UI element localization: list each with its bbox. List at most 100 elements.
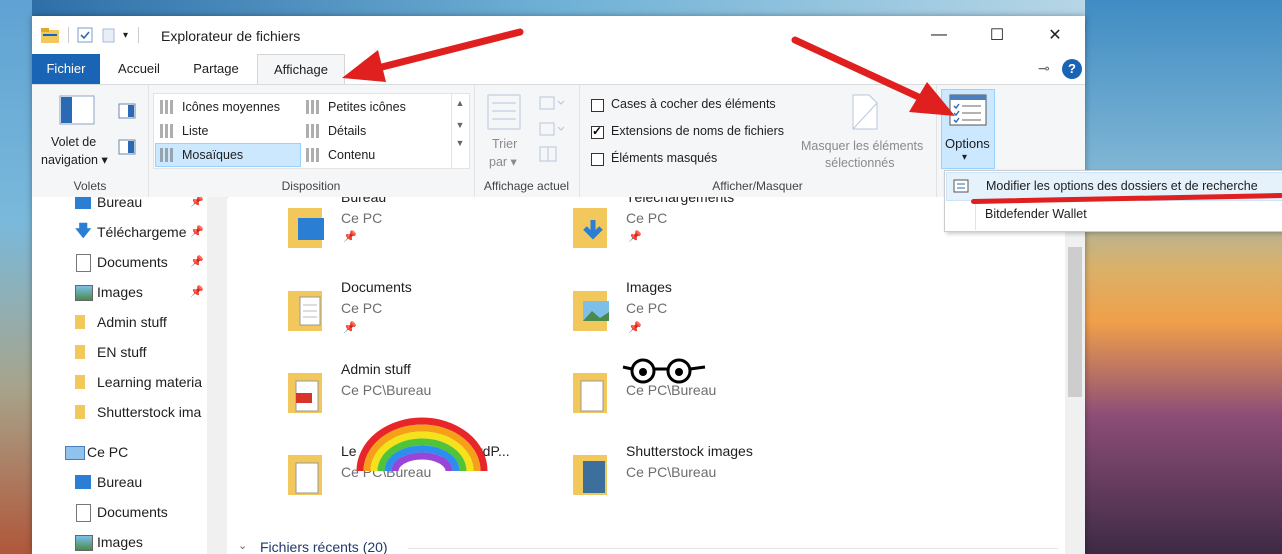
desktop-icon <box>75 197 91 209</box>
tab-affichage[interactable]: Affichage <box>257 54 345 86</box>
item-checkboxes-toggle[interactable]: Cases à cocher des éléments <box>591 97 791 115</box>
folder-desktop-icon <box>288 208 324 248</box>
folder-icon <box>75 405 85 419</box>
tile-en-stuff[interactable]: Ce PC\Bureau <box>513 358 783 433</box>
layout-gallery-scroll[interactable]: ▲ ▼ ▼ <box>451 94 468 168</box>
menu-item-bitdefender-wallet[interactable]: Bitdefender Wallet <box>946 201 1282 228</box>
ribbon-affichage: Volet de navigation ▾ Volets Icônes moye… <box>32 84 1085 198</box>
layout-details[interactable]: Détails <box>302 120 446 142</box>
tile-documents[interactable]: Documents Ce PC 📌 <box>228 279 498 351</box>
folder-documents-icon <box>288 455 322 495</box>
tile-name: Bureau <box>341 197 387 205</box>
recent-files-header[interactable]: ⌄ Fichiers récents (20) <box>238 539 1058 554</box>
nav-label: EN stuff <box>97 344 147 360</box>
minimize-button[interactable]: — <box>910 16 968 54</box>
content-scrollbar-thumb[interactable] <box>1068 247 1082 397</box>
options-button[interactable]: Options ▾ <box>941 89 995 169</box>
layout-label: Petites icônes <box>328 100 406 114</box>
pin-icon[interactable]: 📌 <box>190 247 204 277</box>
close-button[interactable]: ✕ <box>1026 16 1084 54</box>
layout-label: Icônes moyennes <box>182 100 280 114</box>
properties-icon[interactable] <box>77 27 93 43</box>
pin-icon[interactable]: 📌 <box>343 230 357 243</box>
navigation-pane-scrollbar[interactable] <box>207 197 227 554</box>
tile-location: Ce PC <box>341 300 383 316</box>
customize-toolbar-dropdown-icon[interactable]: ▾ <box>123 30 128 41</box>
folder-icon <box>75 375 85 389</box>
pictures-icon <box>75 285 93 301</box>
folder-icon <box>75 315 85 329</box>
content-scrollbar[interactable] <box>1065 197 1085 554</box>
expand-gallery-icon[interactable]: ▼ <box>452 138 468 148</box>
layout-medium-icons[interactable]: Icônes moyennes <box>156 96 300 118</box>
item-checkboxes-checkbox[interactable] <box>591 99 604 112</box>
tile-location: Ce PC <box>341 210 383 226</box>
tile-telechargements[interactable]: Téléchargements Ce PC 📌 <box>513 197 783 268</box>
document-icon <box>76 254 91 272</box>
tile-name: Admin stuff <box>341 361 411 377</box>
add-columns-icon[interactable] <box>538 121 566 137</box>
desktop-background-top <box>32 0 1085 16</box>
sort-by-button[interactable]: Trier par ▾ <box>482 91 526 173</box>
nav-label: Téléchargeme <box>97 224 187 240</box>
small-icons-icon <box>306 100 320 114</box>
navigation-pane-label-1: Volet de <box>51 135 97 149</box>
tile-bureau[interactable]: Bureau Ce PC 📌 <box>228 197 498 268</box>
maximize-button[interactable]: ☐ <box>968 16 1026 54</box>
tile-shutterstock-images[interactable]: Shutterstock images Ce PC\Bureau <box>513 443 783 515</box>
help-icon[interactable]: ? <box>1062 59 1082 79</box>
navigation-pane-button[interactable]: Volet de navigation ▾ <box>37 89 117 173</box>
file-extensions-toggle[interactable]: Extensions de noms de fichiers <box>591 124 801 142</box>
nav-label: Learning materia <box>97 374 203 390</box>
nav-label: Documents <box>97 254 168 270</box>
toolbar-separator <box>138 27 140 43</box>
scroll-down-icon[interactable]: ▼ <box>452 120 468 130</box>
pin-icon[interactable]: 📌 <box>190 217 204 247</box>
hidden-items-checkbox[interactable] <box>591 153 604 166</box>
tile-images[interactable]: Images Ce PC 📌 <box>513 279 783 351</box>
file-extensions-checkbox[interactable] <box>591 124 604 139</box>
layout-list[interactable]: Liste <box>156 120 300 142</box>
new-folder-icon[interactable] <box>101 27 117 43</box>
pin-icon[interactable]: 📌 <box>628 230 642 243</box>
details-pane-icon[interactable] <box>118 139 136 155</box>
tile-location: Ce PC\Bureau <box>341 382 432 398</box>
pin-icon[interactable]: 📌 <box>628 321 642 334</box>
layout-content[interactable]: Contenu <box>302 144 446 166</box>
size-columns-icon[interactable] <box>538 145 558 163</box>
layout-small-icons[interactable]: Petites icônes <box>302 96 446 118</box>
tile-learning-materials[interactable]: Le rdP... Ce PC\Bureau <box>228 417 510 515</box>
section-divider <box>408 548 1058 549</box>
scroll-up-icon[interactable]: ▲ <box>452 98 468 108</box>
tile-location: Ce PC <box>626 210 668 226</box>
nav-label: Images <box>97 284 143 300</box>
tab-accueil[interactable]: Accueil <box>106 54 172 84</box>
details-icon <box>306 124 320 138</box>
nav-label: Shutterstock ima <box>97 404 202 420</box>
folder-pdf-icon <box>288 373 322 413</box>
hidden-items-label: Éléments masqués <box>611 151 718 165</box>
tab-partage[interactable]: Partage <box>182 54 250 84</box>
folder-pictures-icon <box>573 291 609 331</box>
folder-documents-icon <box>573 373 607 413</box>
layout-tiles[interactable]: Mosaïques <box>155 143 301 167</box>
preview-pane-icon[interactable] <box>118 103 136 119</box>
group-by-icon[interactable] <box>538 95 566 111</box>
layout-label: Liste <box>182 124 209 138</box>
item-checkboxes-label: Cases à cocher des éléments <box>611 97 776 111</box>
hidden-items-toggle[interactable]: Éléments masqués <box>591 151 791 169</box>
desktop-background-left <box>0 0 32 554</box>
tile-name: Téléchargements <box>626 197 735 205</box>
glasses-sticker-icon <box>622 358 706 384</box>
tab-fichier[interactable]: Fichier <box>32 54 100 84</box>
toolbar-separator <box>68 27 69 43</box>
hide-selected-items-button[interactable]: Masquer les éléments sélectionnés <box>795 91 933 175</box>
pin-ribbon-icon[interactable]: ⊸ <box>1038 60 1050 77</box>
document-icon <box>76 504 91 522</box>
nav-label: Bureau <box>97 197 143 210</box>
tile-name: Documents <box>341 279 412 295</box>
pin-icon[interactable]: 📌 <box>190 197 204 217</box>
pin-icon[interactable]: 📌 <box>190 277 204 307</box>
pin-icon[interactable]: 📌 <box>343 321 357 334</box>
medium-icons-icon <box>160 100 174 114</box>
